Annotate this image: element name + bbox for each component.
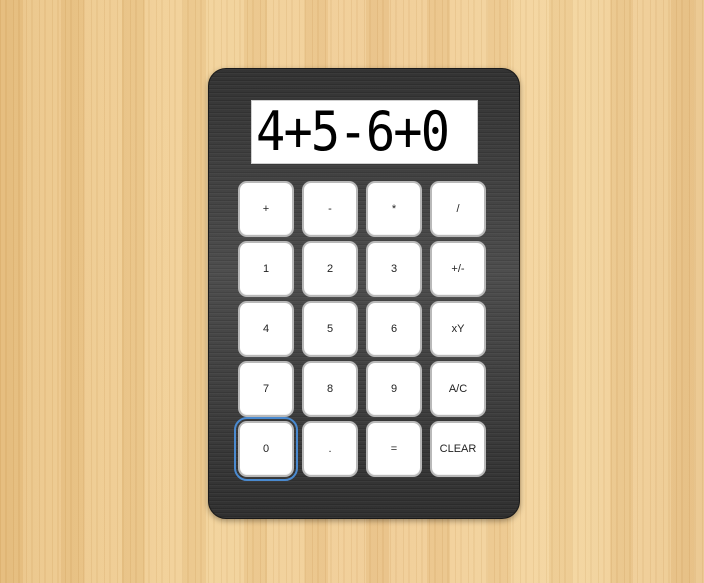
decimal-point-key[interactable]: . xyxy=(302,421,358,477)
clear-key[interactable]: CLEAR xyxy=(430,421,486,477)
digit-5-key[interactable]: 5 xyxy=(302,301,358,357)
sign-toggle-key[interactable]: +/- xyxy=(430,241,486,297)
digit-8-key[interactable]: 8 xyxy=(302,361,358,417)
digit-2-key[interactable]: 2 xyxy=(302,241,358,297)
calculator-body: 4+5-6+0 + - * / 1 2 3 +/- 4 5 6 xY 7 8 9… xyxy=(208,68,520,519)
digit-7-key[interactable]: 7 xyxy=(238,361,294,417)
digit-1-key[interactable]: 1 xyxy=(238,241,294,297)
digit-9-key[interactable]: 9 xyxy=(366,361,422,417)
divide-key[interactable]: / xyxy=(430,181,486,237)
multiply-key[interactable]: * xyxy=(366,181,422,237)
digit-3-key[interactable]: 3 xyxy=(366,241,422,297)
equals-key[interactable]: = xyxy=(366,421,422,477)
display-value: 4+5-6+0 xyxy=(256,100,450,163)
power-key[interactable]: xY xyxy=(430,301,486,357)
all-clear-key[interactable]: A/C xyxy=(430,361,486,417)
minus-key[interactable]: - xyxy=(302,181,358,237)
digit-6-key[interactable]: 6 xyxy=(366,301,422,357)
keypad: + - * / 1 2 3 +/- 4 5 6 xY 7 8 9 A/C 0 .… xyxy=(234,181,490,481)
calculator-display: 4+5-6+0 xyxy=(251,100,478,164)
digit-4-key[interactable]: 4 xyxy=(238,301,294,357)
digit-0-key[interactable]: 0 xyxy=(234,417,298,481)
plus-key[interactable]: + xyxy=(238,181,294,237)
